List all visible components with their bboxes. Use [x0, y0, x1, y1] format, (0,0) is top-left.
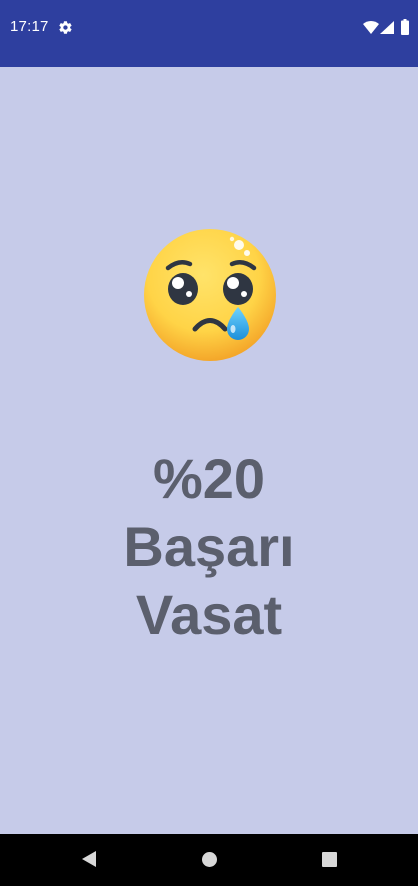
back-icon[interactable]: [81, 851, 97, 867]
wifi-icon: [363, 21, 379, 34]
app-screen: 17:17 %20 Başarı Vasat: [0, 0, 418, 886]
status-bar: 17:17: [0, 0, 418, 67]
signal-icon: [380, 21, 394, 34]
navigation-bar: [0, 834, 418, 886]
success-label: Başarı: [123, 515, 295, 578]
sad-face-icon: [144, 229, 276, 361]
battery-icon: [401, 19, 409, 35]
success-percentage: %20: [152, 447, 266, 510]
result-content: %20 Başarı Vasat: [0, 67, 418, 834]
gear-icon: [59, 21, 72, 34]
result-text: %20 Başarı Vasat: [0, 445, 418, 649]
recents-icon[interactable]: [322, 852, 337, 867]
status-time: 17:17: [10, 18, 49, 35]
success-rating: Vasat: [135, 583, 283, 646]
home-icon[interactable]: [202, 852, 217, 867]
